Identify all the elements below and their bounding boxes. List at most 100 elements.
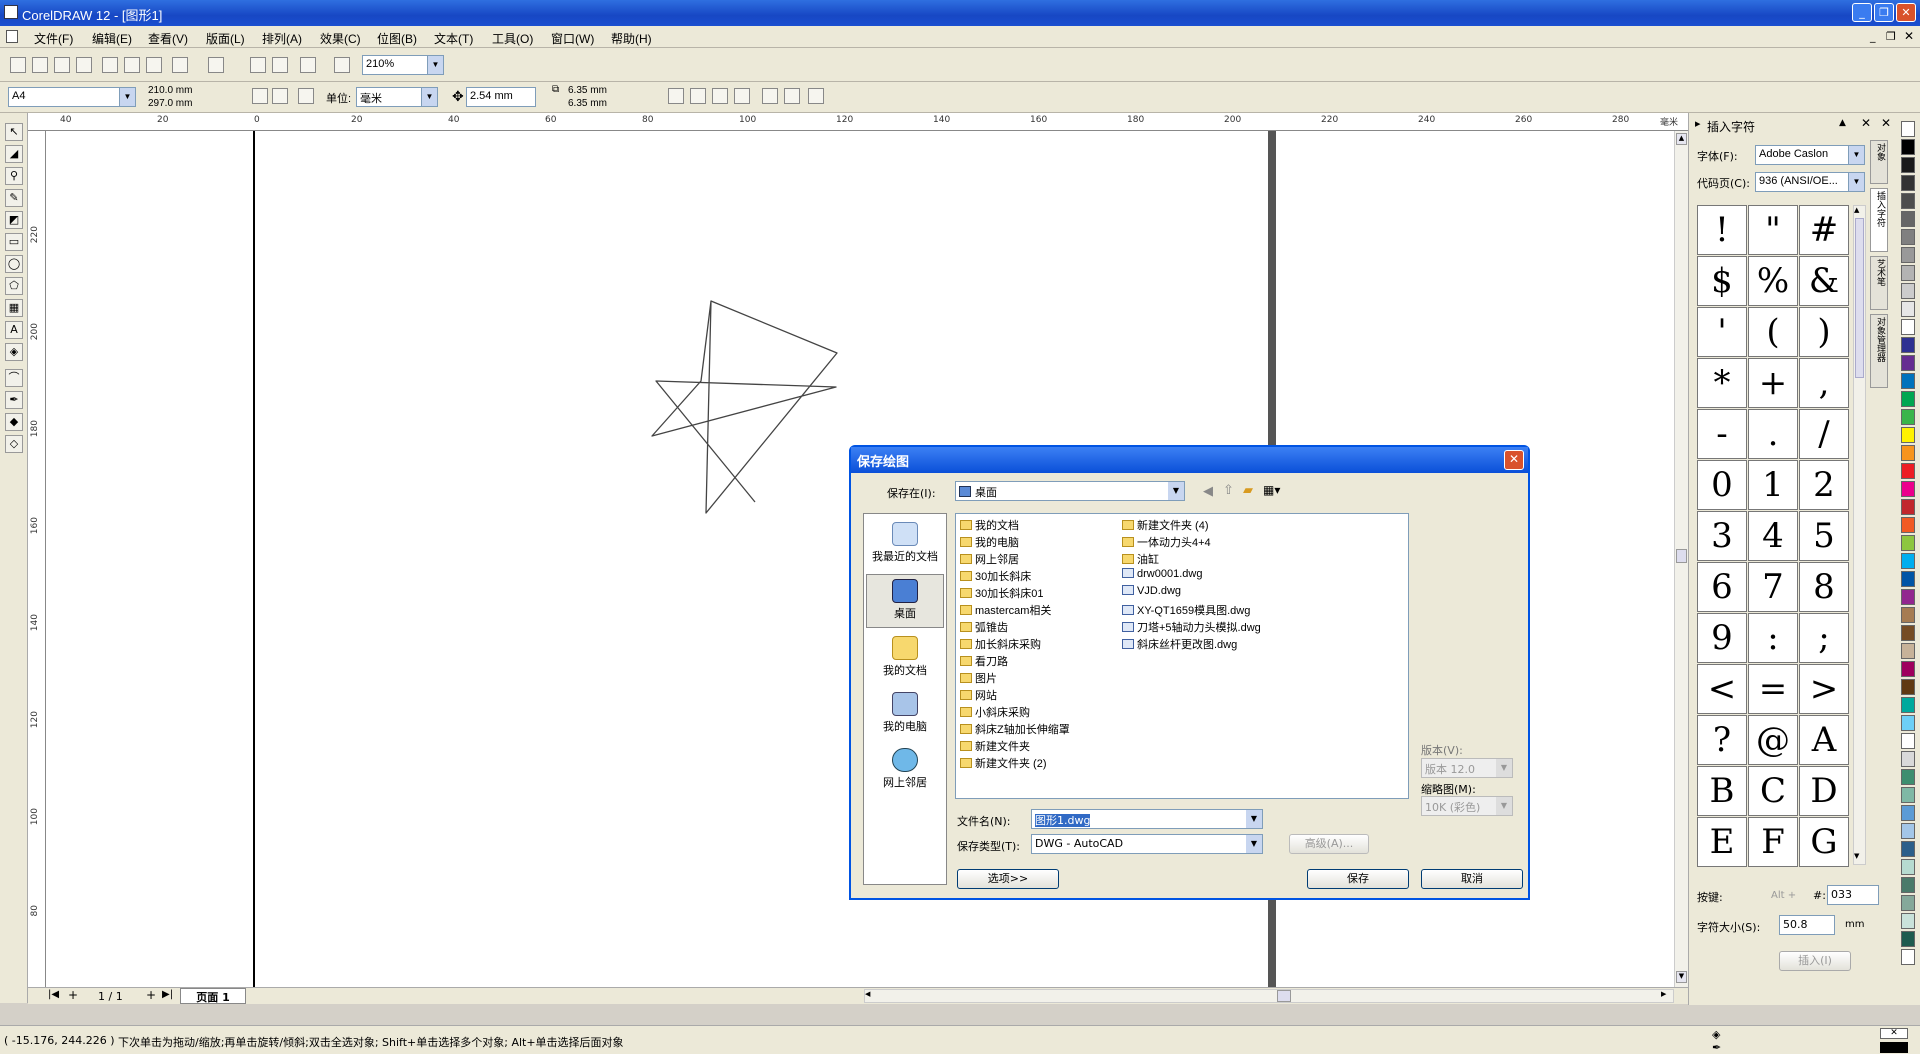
document-icon[interactable]: [6, 30, 18, 43]
character-size-input[interactable]: 50.8: [1779, 915, 1835, 935]
file-list-item[interactable]: 刀塔+5轴动力头模拟.dwg: [1122, 619, 1261, 635]
options-button[interactable]: 选项>>: [957, 869, 1059, 889]
minimize-button[interactable]: _: [1852, 3, 1872, 22]
file-list-item[interactable]: 一体动力头4+4: [1122, 534, 1211, 550]
place-desktop[interactable]: 桌面: [866, 574, 944, 628]
chevron-down-icon[interactable]: ▼: [1496, 797, 1512, 815]
glyph-cell[interactable]: 8: [1799, 562, 1849, 612]
outline-tool-icon[interactable]: ✒: [5, 391, 23, 409]
interactive-blend-tool-icon[interactable]: ◈: [5, 343, 23, 361]
palette-swatch[interactable]: [1901, 139, 1915, 155]
glyph-cell[interactable]: &: [1799, 256, 1849, 306]
filetype-combo[interactable]: DWG - AutoCAD ▼: [1031, 834, 1263, 854]
tab-object-properties[interactable]: 对象: [1870, 140, 1888, 184]
paste-icon[interactable]: [146, 57, 162, 73]
chevron-down-icon[interactable]: ▼: [1246, 835, 1262, 853]
last-page-icon[interactable]: ▶|: [162, 989, 173, 1000]
palette-swatch[interactable]: [1901, 625, 1915, 641]
dialog-close-icon[interactable]: ✕: [1504, 450, 1524, 470]
add-page-after-icon[interactable]: +: [146, 988, 156, 1002]
glyph-cell[interactable]: %: [1748, 256, 1798, 306]
glyph-cell[interactable]: 6: [1697, 562, 1747, 612]
file-list-item[interactable]: VJD.dwg: [1122, 585, 1181, 597]
place-my-documents[interactable]: 我的文档: [866, 632, 944, 686]
glyph-cell[interactable]: 3: [1697, 511, 1747, 561]
dockers-close-all-icon[interactable]: ✕: [1881, 116, 1891, 130]
close-button[interactable]: ✕: [1896, 3, 1916, 22]
up-folder-icon[interactable]: ⇧: [1223, 483, 1234, 498]
application-launcher-icon[interactable]: [300, 57, 316, 73]
tab-object-manager[interactable]: 对象管理器: [1870, 314, 1888, 388]
chevron-down-icon[interactable]: ▼: [119, 88, 135, 106]
version-combo[interactable]: 版本 12.0 ▼: [1421, 758, 1513, 778]
file-list[interactable]: 我的文档 我的电脑 网上邻居 30加长斜床 30加长斜床01 mastercam相关 弧锥齿…: [955, 513, 1409, 799]
save-in-combo[interactable]: 桌面 ▼: [955, 481, 1185, 501]
glyph-cell[interactable]: >: [1799, 664, 1849, 714]
palette-swatch[interactable]: [1901, 931, 1915, 947]
palette-swatch[interactable]: [1901, 373, 1915, 389]
view-menu-icon[interactable]: ▦▾: [1263, 483, 1280, 497]
palette-swatch[interactable]: [1901, 355, 1915, 371]
palette-swatch[interactable]: [1901, 769, 1915, 785]
dynamic-guides-icon[interactable]: [734, 88, 750, 104]
keystroke-input[interactable]: 033: [1827, 885, 1879, 905]
polygon-tool-icon[interactable]: ⬠: [5, 277, 23, 295]
palette-swatch[interactable]: [1901, 499, 1915, 515]
glyph-cell[interactable]: D: [1799, 766, 1849, 816]
basic-shapes-tool-icon[interactable]: ▦: [5, 299, 23, 317]
docker-grip-icon[interactable]: ▸: [1695, 117, 1701, 130]
print-icon[interactable]: [76, 57, 92, 73]
palette-swatch[interactable]: [1901, 391, 1915, 407]
chevron-down-icon[interactable]: ▼: [427, 56, 443, 74]
palette-swatch[interactable]: [1901, 877, 1915, 893]
file-list-item[interactable]: 30加长斜床: [960, 568, 1031, 584]
duplicate-y-field[interactable]: 6.35 mm: [568, 98, 607, 109]
glyph-cell[interactable]: 2: [1799, 460, 1849, 510]
menu-view[interactable]: 查看(V): [148, 30, 188, 47]
snap-objects-icon[interactable]: [712, 88, 728, 104]
vertical-ruler[interactable]: 220 200 180 160 140 120 100 80: [28, 131, 46, 987]
palette-swatch[interactable]: [1901, 535, 1915, 551]
snap-guidelines-icon[interactable]: [690, 88, 706, 104]
file-list-item[interactable]: XY-QT1659模具图.dwg: [1122, 602, 1250, 618]
menu-help[interactable]: 帮助(H): [611, 30, 652, 47]
glyph-cell[interactable]: @: [1748, 715, 1798, 765]
menu-tools[interactable]: 工具(O): [492, 30, 533, 47]
file-list-item[interactable]: 新建文件夹: [960, 738, 1030, 754]
palette-swatch[interactable]: [1901, 661, 1915, 677]
file-list-item[interactable]: 我的电脑: [960, 534, 1019, 550]
file-list-item[interactable]: 斜床Z轴加长伸缩罩: [960, 721, 1070, 737]
palette-swatch[interactable]: [1901, 265, 1915, 281]
file-list-item[interactable]: 油缸: [1122, 551, 1159, 567]
chevron-down-icon[interactable]: ▼: [1848, 146, 1864, 164]
glyph-cell[interactable]: C: [1748, 766, 1798, 816]
scroll-up-icon[interactable]: ▲: [1854, 206, 1859, 214]
palette-swatch[interactable]: [1901, 679, 1915, 695]
page-width-field[interactable]: 210.0 mm: [148, 85, 192, 96]
add-page-before-icon[interactable]: +: [68, 988, 78, 1002]
chevron-down-icon[interactable]: ▼: [1168, 482, 1184, 500]
glyph-cell[interactable]: ,: [1799, 358, 1849, 408]
palette-swatch[interactable]: [1901, 589, 1915, 605]
palette-swatch[interactable]: [1901, 841, 1915, 857]
glyph-cell[interactable]: 9: [1697, 613, 1747, 663]
first-page-icon[interactable]: |◀: [48, 989, 59, 1000]
palette-swatch[interactable]: [1901, 517, 1915, 533]
file-list-item[interactable]: 小斜床采购: [960, 704, 1030, 720]
character-scroll-thumb[interactable]: [1855, 218, 1864, 378]
all-pages-icon[interactable]: [298, 88, 314, 104]
page-height-field[interactable]: 297.0 mm: [148, 98, 192, 109]
smart-fill-tool-icon[interactable]: ◩: [5, 211, 23, 229]
glyph-cell[interactable]: ": [1748, 205, 1798, 255]
file-list-item[interactable]: 图片: [960, 670, 997, 686]
palette-swatch[interactable]: [1901, 553, 1915, 569]
filename-input[interactable]: 图形1.dwg ▼: [1031, 809, 1263, 829]
palette-swatch[interactable]: [1901, 697, 1915, 713]
coreldraw-app-icon[interactable]: [4, 5, 18, 19]
doc-restore-icon[interactable]: ❐: [1886, 30, 1896, 43]
text-tool-icon[interactable]: A: [5, 321, 23, 339]
portrait-icon[interactable]: [252, 88, 268, 104]
palette-swatch[interactable]: [1901, 715, 1915, 731]
interactive-fill-tool-icon[interactable]: ◇: [5, 435, 23, 453]
doc-minimize-icon[interactable]: _: [1870, 30, 1876, 43]
